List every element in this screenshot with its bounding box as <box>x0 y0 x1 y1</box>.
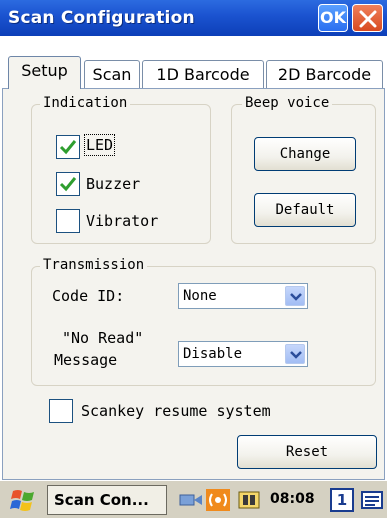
transmission-group: Transmission Code ID: None "No Read" Mes… <box>31 257 376 386</box>
checkmark-icon <box>59 140 77 155</box>
chevron-down-icon <box>290 351 302 359</box>
keyboard-icon[interactable] <box>360 489 386 511</box>
close-icon <box>359 10 377 28</box>
tab-1d-barcode[interactable]: 1D Barcode <box>142 60 264 90</box>
tab-scan[interactable]: Scan <box>84 60 140 90</box>
indication-group: Indication LED Buzzer Vibrator <box>31 95 211 244</box>
scankey-resume-label[interactable]: Scankey resume system <box>81 402 271 420</box>
input-panel-indicator[interactable]: 1 <box>330 488 354 512</box>
dropdown-arrow[interactable] <box>285 286 305 306</box>
buzzer-label[interactable]: Buzzer <box>86 175 140 193</box>
buzzer-checkbox[interactable] <box>56 172 80 196</box>
no-read-value: Disable <box>183 346 243 362</box>
windows-start-icon[interactable] <box>9 488 37 512</box>
wireless-icon[interactable] <box>206 489 230 511</box>
indication-label: Indication <box>40 95 131 111</box>
title-bar: Scan Configuration OK <box>0 0 387 36</box>
message-label: Message <box>54 351 118 369</box>
default-button[interactable]: Default <box>254 193 356 227</box>
transmission-label: Transmission <box>40 257 148 273</box>
scankey-resume-checkbox[interactable] <box>49 399 73 423</box>
vibrator-checkbox[interactable] <box>56 209 80 233</box>
close-button[interactable] <box>352 4 383 32</box>
beep-voice-group: Beep voice Change Default <box>231 95 376 244</box>
code-id-label: Code ID: <box>52 287 125 305</box>
change-button[interactable]: Change <box>254 137 356 171</box>
tab-2d-barcode[interactable]: 2D Barcode <box>266 60 383 90</box>
code-id-value: None <box>183 288 217 304</box>
checkmark-icon <box>59 177 77 192</box>
no-read-label: "No Read" <box>62 329 144 347</box>
reset-button[interactable]: Reset <box>237 435 377 469</box>
chevron-down-icon <box>290 293 302 301</box>
vibrator-label[interactable]: Vibrator <box>86 212 158 230</box>
battery-icon[interactable] <box>236 489 262 511</box>
taskbar: Scan Con... 08:08 1 <box>0 480 387 518</box>
no-read-message-select[interactable]: Disable <box>178 341 308 367</box>
dropdown-arrow[interactable] <box>285 344 305 364</box>
network-icon[interactable] <box>178 489 204 511</box>
setup-panel: Indication LED Buzzer Vibrator Beep voic… <box>2 88 385 480</box>
ok-button[interactable]: OK <box>318 4 348 32</box>
tab-setup[interactable]: Setup <box>8 56 81 89</box>
beep-voice-label: Beep voice <box>242 95 333 111</box>
window-title: Scan Configuration <box>8 8 195 28</box>
led-label[interactable]: LED <box>83 134 116 156</box>
led-checkbox[interactable] <box>56 135 80 159</box>
clock[interactable]: 08:08 <box>270 491 315 507</box>
code-id-select[interactable]: None <box>178 283 308 309</box>
task-scan-configuration[interactable]: Scan Con... <box>47 485 167 515</box>
